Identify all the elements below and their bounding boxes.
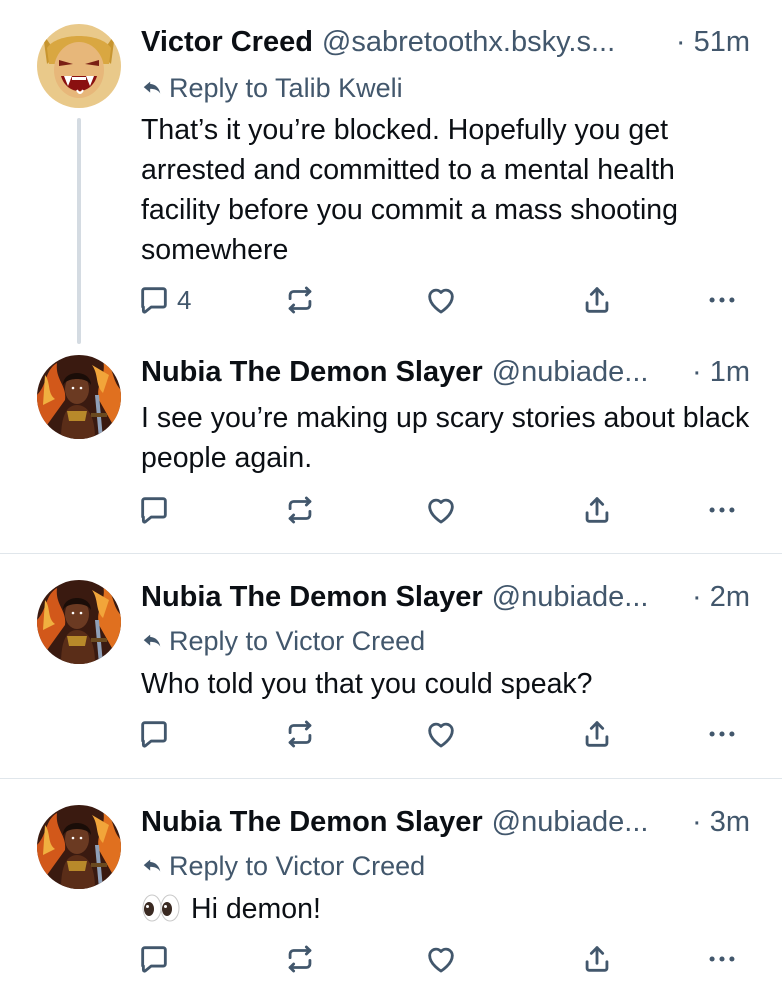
reply-icon	[137, 283, 171, 317]
action-bar	[0, 490, 782, 530]
more-icon	[705, 283, 739, 317]
avatar-nubia-icon	[37, 580, 121, 664]
share-icon	[580, 942, 614, 976]
author-name[interactable]: Nubia The Demon Slayer	[141, 806, 483, 839]
repost-icon	[283, 283, 317, 317]
repost-button[interactable]	[283, 280, 317, 320]
author-avatar[interactable]	[37, 355, 121, 439]
reply-icon	[137, 493, 171, 527]
post-header: Nubia The Demon Slayer @nubiade... · 1m	[141, 352, 750, 392]
repost-icon	[283, 493, 317, 527]
author-handle[interactable]: @nubiade...	[492, 356, 649, 389]
share-icon	[580, 283, 614, 317]
post-text-container: Hi demon!	[141, 889, 752, 929]
more-options-button[interactable]	[705, 490, 739, 530]
author-name[interactable]: Nubia The Demon Slayer	[141, 581, 483, 614]
avatar-nubia-icon	[37, 805, 121, 889]
eyes-emoji-icon	[141, 893, 181, 923]
post-header: Nubia The Demon Slayer @nubiade... · 2m	[141, 577, 750, 617]
post[interactable]: Nubia The Demon Slayer @nubiade... · 1m …	[0, 345, 782, 552]
reply-to-label: Reply to Victor Creed	[169, 625, 426, 656]
like-button[interactable]	[424, 280, 458, 320]
action-bar	[0, 939, 782, 979]
post-text: That’s it you’re blocked. Hopefully you …	[141, 114, 678, 266]
avatar-nubia-icon	[37, 355, 121, 439]
reply-icon	[137, 942, 171, 976]
share-button[interactable]	[580, 490, 614, 530]
share-icon	[580, 493, 614, 527]
author-avatar[interactable]	[37, 805, 121, 889]
share-icon	[580, 717, 614, 751]
repost-icon	[283, 942, 317, 976]
avatar-sabretooth-icon	[37, 24, 121, 108]
post[interactable]: Victor Creed @sabretoothx.bsky.s... · 51…	[0, 0, 782, 345]
post-header: Nubia The Demon Slayer @nubiade... · 3m	[141, 802, 750, 842]
author-name[interactable]: Nubia The Demon Slayer	[141, 356, 483, 389]
reply-button[interactable]: 4	[137, 280, 191, 320]
like-button[interactable]	[424, 714, 458, 754]
reply-to-label: Reply to Victor Creed	[169, 850, 426, 881]
post-timestamp[interactable]: · 51m	[676, 26, 750, 59]
heart-icon	[424, 283, 458, 317]
post-timestamp[interactable]: · 2m	[692, 581, 750, 614]
author-name[interactable]: Victor Creed	[141, 26, 313, 59]
action-bar	[0, 714, 782, 754]
post[interactable]: Nubia The Demon Slayer @nubiade... · 3m …	[0, 779, 782, 1000]
reply-arrow-icon	[141, 77, 163, 99]
share-button[interactable]	[580, 714, 614, 754]
post[interactable]: Nubia The Demon Slayer @nubiade... · 2m …	[0, 554, 782, 777]
author-avatar[interactable]	[37, 24, 121, 108]
reply-to-link[interactable]: Reply to Victor Creed	[141, 848, 425, 884]
author-handle[interactable]: @sabretoothx.bsky.s...	[322, 26, 615, 59]
action-bar: 4	[0, 280, 782, 320]
like-button[interactable]	[424, 490, 458, 530]
post-text: Who told you that you could speak?	[141, 668, 593, 700]
repost-button[interactable]	[283, 714, 317, 754]
reply-arrow-icon	[141, 855, 163, 877]
reply-to-link[interactable]: Reply to Victor Creed	[141, 623, 425, 659]
reply-arrow-icon	[141, 630, 163, 652]
more-options-button[interactable]	[705, 714, 739, 754]
post-timestamp[interactable]: · 3m	[692, 806, 750, 839]
reply-icon	[137, 717, 171, 751]
more-icon	[705, 717, 739, 751]
repost-icon	[283, 717, 317, 751]
more-options-button[interactable]	[705, 939, 739, 979]
heart-icon	[424, 942, 458, 976]
author-avatar[interactable]	[37, 580, 121, 664]
repost-button[interactable]	[283, 939, 317, 979]
reply-count: 4	[177, 284, 192, 315]
more-options-button[interactable]	[705, 280, 739, 320]
reply-button[interactable]	[137, 490, 171, 530]
more-icon	[705, 493, 739, 527]
post-text: Hi demon!	[191, 893, 321, 925]
reply-to-label: Reply to Talib Kweli	[169, 72, 403, 103]
like-button[interactable]	[424, 939, 458, 979]
reply-button[interactable]	[137, 939, 171, 979]
more-icon	[705, 942, 739, 976]
post-header: Victor Creed @sabretoothx.bsky.s... · 51…	[141, 22, 750, 62]
author-handle[interactable]: @nubiade...	[492, 581, 649, 614]
share-button[interactable]	[580, 939, 614, 979]
author-handle[interactable]: @nubiade...	[492, 806, 649, 839]
heart-icon	[424, 493, 458, 527]
share-button[interactable]	[580, 280, 614, 320]
post-timestamp[interactable]: · 1m	[692, 356, 750, 389]
heart-icon	[424, 717, 458, 751]
repost-button[interactable]	[283, 490, 317, 530]
post-text: I see you’re making up scary stories abo…	[141, 402, 750, 474]
reply-to-link[interactable]: Reply to Talib Kweli	[141, 70, 403, 106]
reply-button[interactable]	[137, 714, 171, 754]
